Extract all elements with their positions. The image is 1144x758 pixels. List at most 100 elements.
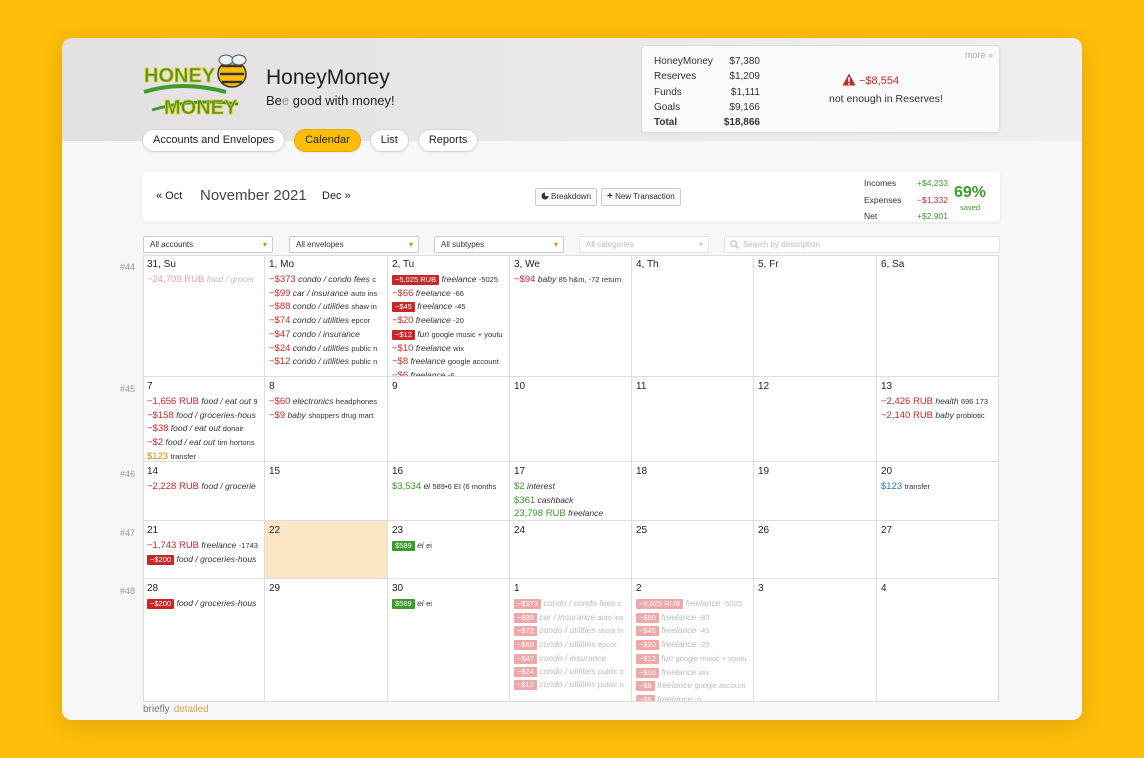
calendar-day[interactable]: 29 [265,579,388,702]
accounts-filter[interactable]: All accounts ▾ [143,236,273,253]
transaction[interactable]: −$8 freelance google account [392,355,505,369]
transaction[interactable]: −$20 freelance -20 [392,314,505,328]
prev-month-link[interactable]: « Oct [156,190,182,202]
transaction[interactable]: −2,140 RUB baby probiotic [881,409,994,423]
transaction[interactable]: −$12 fun google music + youtu [392,328,505,342]
transaction[interactable]: $589 ei ei [392,539,505,553]
calendar-day[interactable]: 9 [388,377,510,462]
transaction[interactable]: −$10 freelance wix [392,342,505,356]
transaction[interactable]: −2,228 RUB food / grocerie [147,480,260,494]
more-link[interactable]: more » [965,50,993,60]
calendar-day[interactable]: 2 −5,025 RUB freelance -5025 −$80 freelanc… [632,579,754,702]
tab-list[interactable]: List [369,129,409,152]
calendar-day[interactable]: 6, Sa [877,255,999,377]
calendar-day[interactable]: 25 [632,521,754,579]
transaction[interactable]: 23,798 RUB freelance [514,507,627,520]
calendar-day[interactable]: 17 $2 interest $361 cashback 23,798 RUB fre… [510,462,632,521]
calendar-day[interactable]: 7 −1,656 RUB food / eat out 9 −$158 food /… [143,377,265,462]
next-month-link[interactable]: Dec » [322,190,351,202]
transaction[interactable]: $123 transfer [881,480,994,494]
calendar-day[interactable]: 15 [265,462,388,521]
transaction[interactable]: $361 cashback [514,494,627,508]
calendar-day[interactable]: 22 [265,521,388,579]
transaction[interactable]: −$60 condo / utilities epcor [514,638,627,652]
transaction[interactable]: −$88 condo / utilities shaw in [269,300,383,314]
transaction[interactable]: −$66 freelance -66 [392,287,505,301]
transaction[interactable]: −$10 freelance wix [636,666,749,680]
tab-calendar[interactable]: Calendar [294,129,361,152]
detailed-view-link[interactable]: detailed [174,704,209,715]
tab-reports[interactable]: Reports [417,129,479,152]
transaction[interactable]: −$74 condo / utilities epcor [269,314,383,328]
transaction[interactable]: −$6 freelance -6 [636,693,749,701]
tab-accounts-and-envelopes[interactable]: Accounts and Envelopes [142,129,286,152]
envelopes-filter[interactable]: All envelopes ▾ [289,236,419,253]
transaction[interactable]: −$200 food / groceries-hous [147,597,260,610]
calendar-day[interactable]: 1 −$373 condo / condo fees c −$99 car / in… [510,579,632,702]
calendar-day[interactable]: 3, We −$94 baby 85 h&m, -72 return [510,255,632,377]
transaction[interactable]: −$47 condo / insurance [514,652,627,665]
transaction[interactable]: −$60 electronics headphones [269,395,383,409]
calendar-day[interactable]: 21 −1,743 RUB freelance -1743 −$200 food /… [143,521,265,579]
calendar-day[interactable]: 12 [754,377,877,462]
transaction[interactable]: −1,743 RUB freelance -1743 [147,539,260,553]
categories-filter[interactable]: All categories ▾ [579,236,709,253]
transaction[interactable]: −$24 condo / utilities public n [269,342,383,356]
transaction[interactable]: −$2 food / eat out tim hortons [147,436,260,450]
transaction[interactable]: $123 transfer [147,450,260,461]
calendar-day[interactable]: 4, Th [632,255,754,377]
calendar-day[interactable]: 11 [632,377,754,462]
transaction[interactable]: −$24 condo / utilities public n [514,665,627,679]
transaction[interactable]: −$12 fun google music + youtu [636,652,749,666]
calendar-day[interactable]: 18 [632,462,754,521]
calendar-day[interactable]: 24 [510,521,632,579]
calendar-day[interactable]: 8 −$60 electronics headphones −$9 baby sho… [265,377,388,462]
calendar-day[interactable]: 2, Tu −5,025 RUB freelance -5025 −$66 free… [388,255,510,377]
transaction[interactable]: −$94 baby 85 h&m, -72 return [514,273,627,287]
transaction[interactable]: −$373 condo / condo fees c [269,273,383,287]
transaction[interactable]: −$158 food / groceries-hous [147,409,260,423]
calendar-day[interactable]: 4 [877,579,999,702]
transaction[interactable]: −$373 condo / condo fees c [514,597,627,611]
breakdown-button[interactable]: Breakdown [535,188,598,206]
calendar-day[interactable]: 3 [754,579,877,702]
search-input[interactable]: Search by description [724,236,1000,253]
transaction[interactable]: −5,025 RUB freelance -5025 [392,273,505,287]
calendar-day[interactable]: 20 $123 transfer [877,462,999,521]
transaction[interactable]: −$38 food / eat out donair [147,422,260,436]
calendar-day[interactable]: 30 $589 ei ei [388,579,510,702]
calendar-day[interactable]: 23 $589 ei ei [388,521,510,579]
transaction[interactable]: −$47 condo / insurance [269,328,383,342]
calendar-day[interactable]: 10 [510,377,632,462]
calendar-day[interactable]: 14 −2,228 RUB food / grocerie [143,462,265,521]
transaction[interactable]: −$8 freelance google account [636,679,749,693]
transaction[interactable]: −$12 condo / utilities public n [514,678,627,692]
transaction[interactable]: −$12 condo / utilities public n [269,355,383,369]
transaction[interactable]: $2 interest [514,480,627,494]
transaction[interactable]: −$9 baby shoppers drug mart [269,409,383,423]
transaction[interactable]: $589 ei ei [392,597,505,611]
calendar-day[interactable]: 16 $3,534 ei 589•6 EI (6 months [388,462,510,521]
transaction[interactable]: −1,656 RUB food / eat out 9 [147,395,260,409]
transaction[interactable]: −$99 car / insurance auto ins [514,611,627,625]
calendar-day[interactable]: 28 −$200 food / groceries-hous [143,579,265,702]
calendar-day[interactable]: 19 [754,462,877,521]
new-transaction-button[interactable]: + New Transaction [601,188,681,206]
transaction[interactable]: −$6 freelance -6 [392,369,505,376]
transaction[interactable]: −$45 freelance -45 [636,624,749,638]
calendar-day[interactable]: 5, Fr [754,255,877,377]
briefly-view-link[interactable]: briefly [143,704,170,715]
transaction[interactable]: −$99 car / insurance auto ins [269,287,383,301]
transaction[interactable]: −$20 freelance -20 [636,638,749,652]
transaction[interactable]: −24,709 RUB food / grocer [147,273,260,287]
transaction[interactable]: −$72 condo / utilities shaw in [514,624,627,638]
transaction[interactable]: −5,025 RUB freelance -5025 [636,597,749,611]
calendar-day[interactable]: 31, Su −24,709 RUB food / grocer [143,255,265,377]
calendar-day[interactable]: 13 −2,426 RUB health 696 173 −2,140 RUB ba… [877,377,999,462]
subtypes-filter[interactable]: All subtypes ▾ [434,236,564,253]
transaction[interactable]: $3,534 ei 589•6 EI (6 months [392,480,505,494]
calendar-day[interactable]: 26 [754,521,877,579]
transaction[interactable]: −$45 freelance -45 [392,300,505,314]
transaction[interactable]: −2,426 RUB health 696 173 [881,395,994,409]
calendar-day[interactable]: 1, Mo −$373 condo / condo fees c −$99 car … [265,255,388,377]
